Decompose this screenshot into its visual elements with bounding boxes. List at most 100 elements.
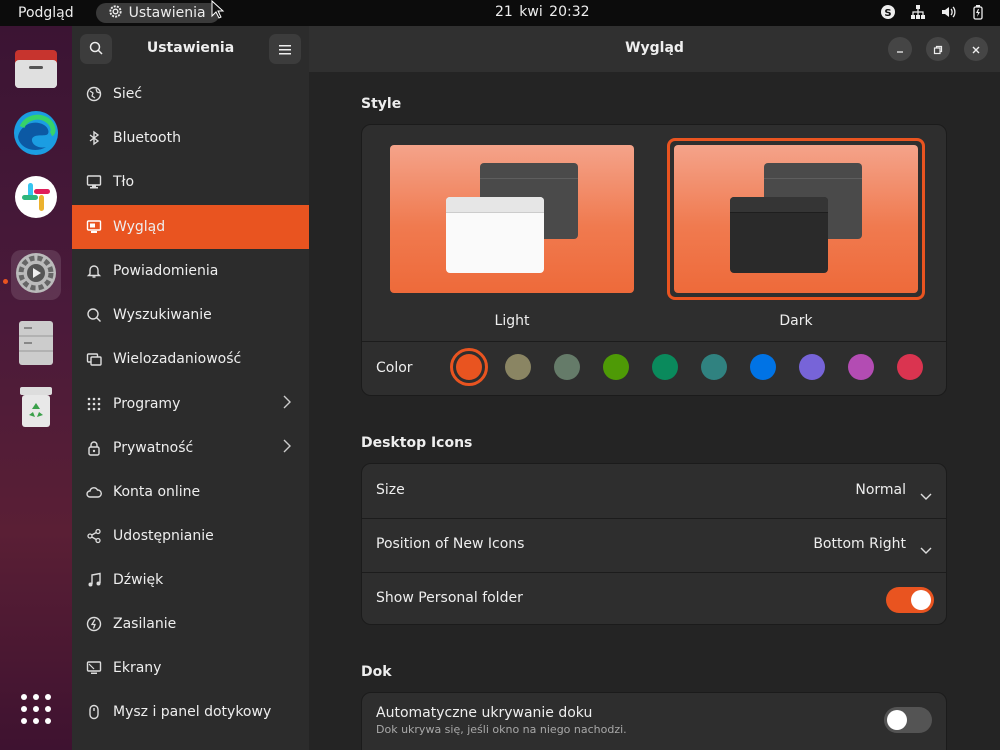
svg-text:S: S — [884, 8, 891, 19]
sidebar-item-label: Ekrany — [113, 660, 162, 676]
music-note-icon — [85, 571, 103, 589]
sidebar-item-power[interactable]: Zasilanie — [72, 602, 309, 646]
style-card: Light Dark Color — [361, 124, 947, 396]
chevron-right-icon — [283, 439, 291, 457]
main-menu-button[interactable] — [269, 34, 301, 64]
personal-folder-toggle[interactable] — [886, 587, 934, 613]
icon-position-row[interactable]: Position of New Icons Bottom Right — [362, 518, 946, 572]
sidebar-item-appearance[interactable]: Wygląd — [72, 205, 309, 249]
activities-button[interactable]: Podgląd — [18, 5, 74, 21]
color-swatch-orange[interactable] — [456, 354, 482, 380]
slack-icon — [14, 175, 58, 223]
style-light-label: Light — [494, 313, 530, 329]
style-option-light[interactable] — [390, 145, 634, 293]
minimize-button[interactable] — [888, 37, 912, 61]
sidebar-item-mouse-touchpad[interactable]: Mysz i panel dotykowy — [72, 690, 309, 734]
settings-sidebar: Ustawienia Sieć Bluetooth Tło Wygląd Pow… — [72, 26, 309, 750]
main-header: Wygląd — [309, 26, 1000, 72]
dock-trash[interactable] — [11, 384, 61, 434]
sidebar-item-label: Powiadomienia — [113, 263, 219, 279]
appearance-panel: Wygląd Style Light Dark Color Desktop Ic… — [309, 26, 1000, 750]
network-wired-icon[interactable] — [910, 4, 926, 20]
battery-icon[interactable] — [970, 4, 986, 20]
search-icon — [85, 306, 103, 324]
hamburger-menu-icon — [279, 40, 291, 59]
dock-settings[interactable] — [11, 250, 61, 300]
trash-recycle-icon — [18, 385, 54, 433]
settings-gear-icon — [14, 251, 58, 299]
sidebar-item-label: Konta online — [113, 484, 201, 500]
clock[interactable]: 21 kwi 20:32 — [495, 4, 590, 20]
volume-icon[interactable] — [940, 4, 956, 20]
skype-icon[interactable]: S — [880, 4, 896, 20]
mouse-icon — [85, 703, 103, 721]
dock-files[interactable] — [11, 46, 61, 96]
chevron-right-icon — [283, 395, 291, 413]
sidebar-item-label: Programy — [113, 396, 181, 412]
gear-icon — [108, 4, 123, 23]
edge-browser-icon — [12, 109, 60, 161]
app-menu-button[interactable]: Ustawienia — [95, 3, 220, 23]
icon-position-label: Position of New Icons — [376, 536, 525, 552]
sidebar-item-privacy[interactable]: Prywatność — [72, 426, 309, 470]
color-swatch-blue[interactable] — [750, 354, 776, 380]
icon-size-row[interactable]: Size Normal — [362, 464, 946, 518]
dock-slack[interactable] — [11, 174, 61, 224]
autohide-label: Automatyczne ukrywanie doku — [376, 705, 593, 721]
color-swatch-red[interactable] — [897, 354, 923, 380]
color-swatch-prussian-green[interactable] — [701, 354, 727, 380]
sidebar-item-label: Tło — [113, 174, 135, 190]
app-menu-label: Ustawienia — [128, 5, 206, 21]
sidebar-item-notifications[interactable]: Powiadomienia — [72, 249, 309, 293]
bluetooth-icon — [85, 129, 103, 147]
sidebar-header: Ustawienia — [72, 26, 309, 72]
sidebar-item-sharing[interactable]: Udostępnianie — [72, 514, 309, 558]
icon-size-label: Size — [376, 482, 405, 498]
icon-position-value[interactable]: Bottom Right — [813, 536, 906, 552]
sidebar-item-label: Bluetooth — [113, 130, 181, 146]
share-icon — [85, 527, 103, 545]
running-indicator — [3, 279, 8, 284]
app-grid-icon — [19, 692, 53, 730]
toggle-knob — [887, 710, 907, 730]
desktop-icons-card: Size Normal Position of New Icons Bottom… — [361, 463, 947, 625]
maximize-button[interactable] — [926, 37, 950, 61]
autohide-toggle[interactable] — [884, 707, 932, 733]
sidebar-item-background[interactable]: Tło — [72, 160, 309, 204]
sidebar-item-bluetooth[interactable]: Bluetooth — [72, 116, 309, 160]
sidebar-item-displays[interactable]: Ekrany — [72, 646, 309, 690]
autohide-description: Dok ukrywa się, jeśli okno na niego nach… — [376, 723, 627, 736]
sidebar-item-label: Prywatność — [113, 440, 194, 456]
preview-front-window-dark — [730, 197, 828, 273]
sidebar-item-online-accounts[interactable]: Konta online — [72, 470, 309, 514]
color-label: Color — [376, 360, 413, 376]
sidebar-item-label: Dźwięk — [113, 572, 164, 588]
power-icon — [85, 615, 103, 633]
sidebar-item-apps[interactable]: Programy — [72, 382, 309, 426]
icon-size-value[interactable]: Normal — [855, 482, 906, 498]
color-swatch-purple[interactable] — [799, 354, 825, 380]
close-button[interactable] — [964, 37, 988, 61]
dock-file-cabinet[interactable] — [11, 320, 61, 370]
sidebar-item-sound[interactable]: Dźwięk — [72, 558, 309, 602]
background-icon — [85, 173, 103, 191]
dock-card: Automatyczne ukrywanie doku Dok ukrywa s… — [361, 692, 947, 750]
mouse-cursor-icon — [211, 0, 225, 19]
cloud-icon — [85, 483, 103, 501]
sidebar-item-network[interactable]: Sieć — [72, 72, 309, 116]
close-icon — [971, 40, 981, 59]
dock-edge[interactable] — [11, 110, 61, 160]
sidebar-item-search[interactable]: Wyszukiwanie — [72, 293, 309, 337]
color-swatch-magenta[interactable] — [848, 354, 874, 380]
personal-folder-row: Show Personal folder — [362, 572, 946, 624]
color-swatch-sage[interactable] — [554, 354, 580, 380]
system-tray[interactable]: S — [880, 4, 986, 20]
color-swatch-viridian[interactable] — [652, 354, 678, 380]
color-swatch-bark[interactable] — [505, 354, 531, 380]
color-swatch-olive[interactable] — [603, 354, 629, 380]
style-option-dark[interactable] — [674, 145, 918, 293]
restore-icon — [933, 40, 943, 59]
chevron-down-icon — [920, 486, 932, 505]
sidebar-item-multitasking[interactable]: Wielozadaniowość — [72, 337, 309, 381]
dock-show-apps[interactable] — [11, 686, 61, 736]
